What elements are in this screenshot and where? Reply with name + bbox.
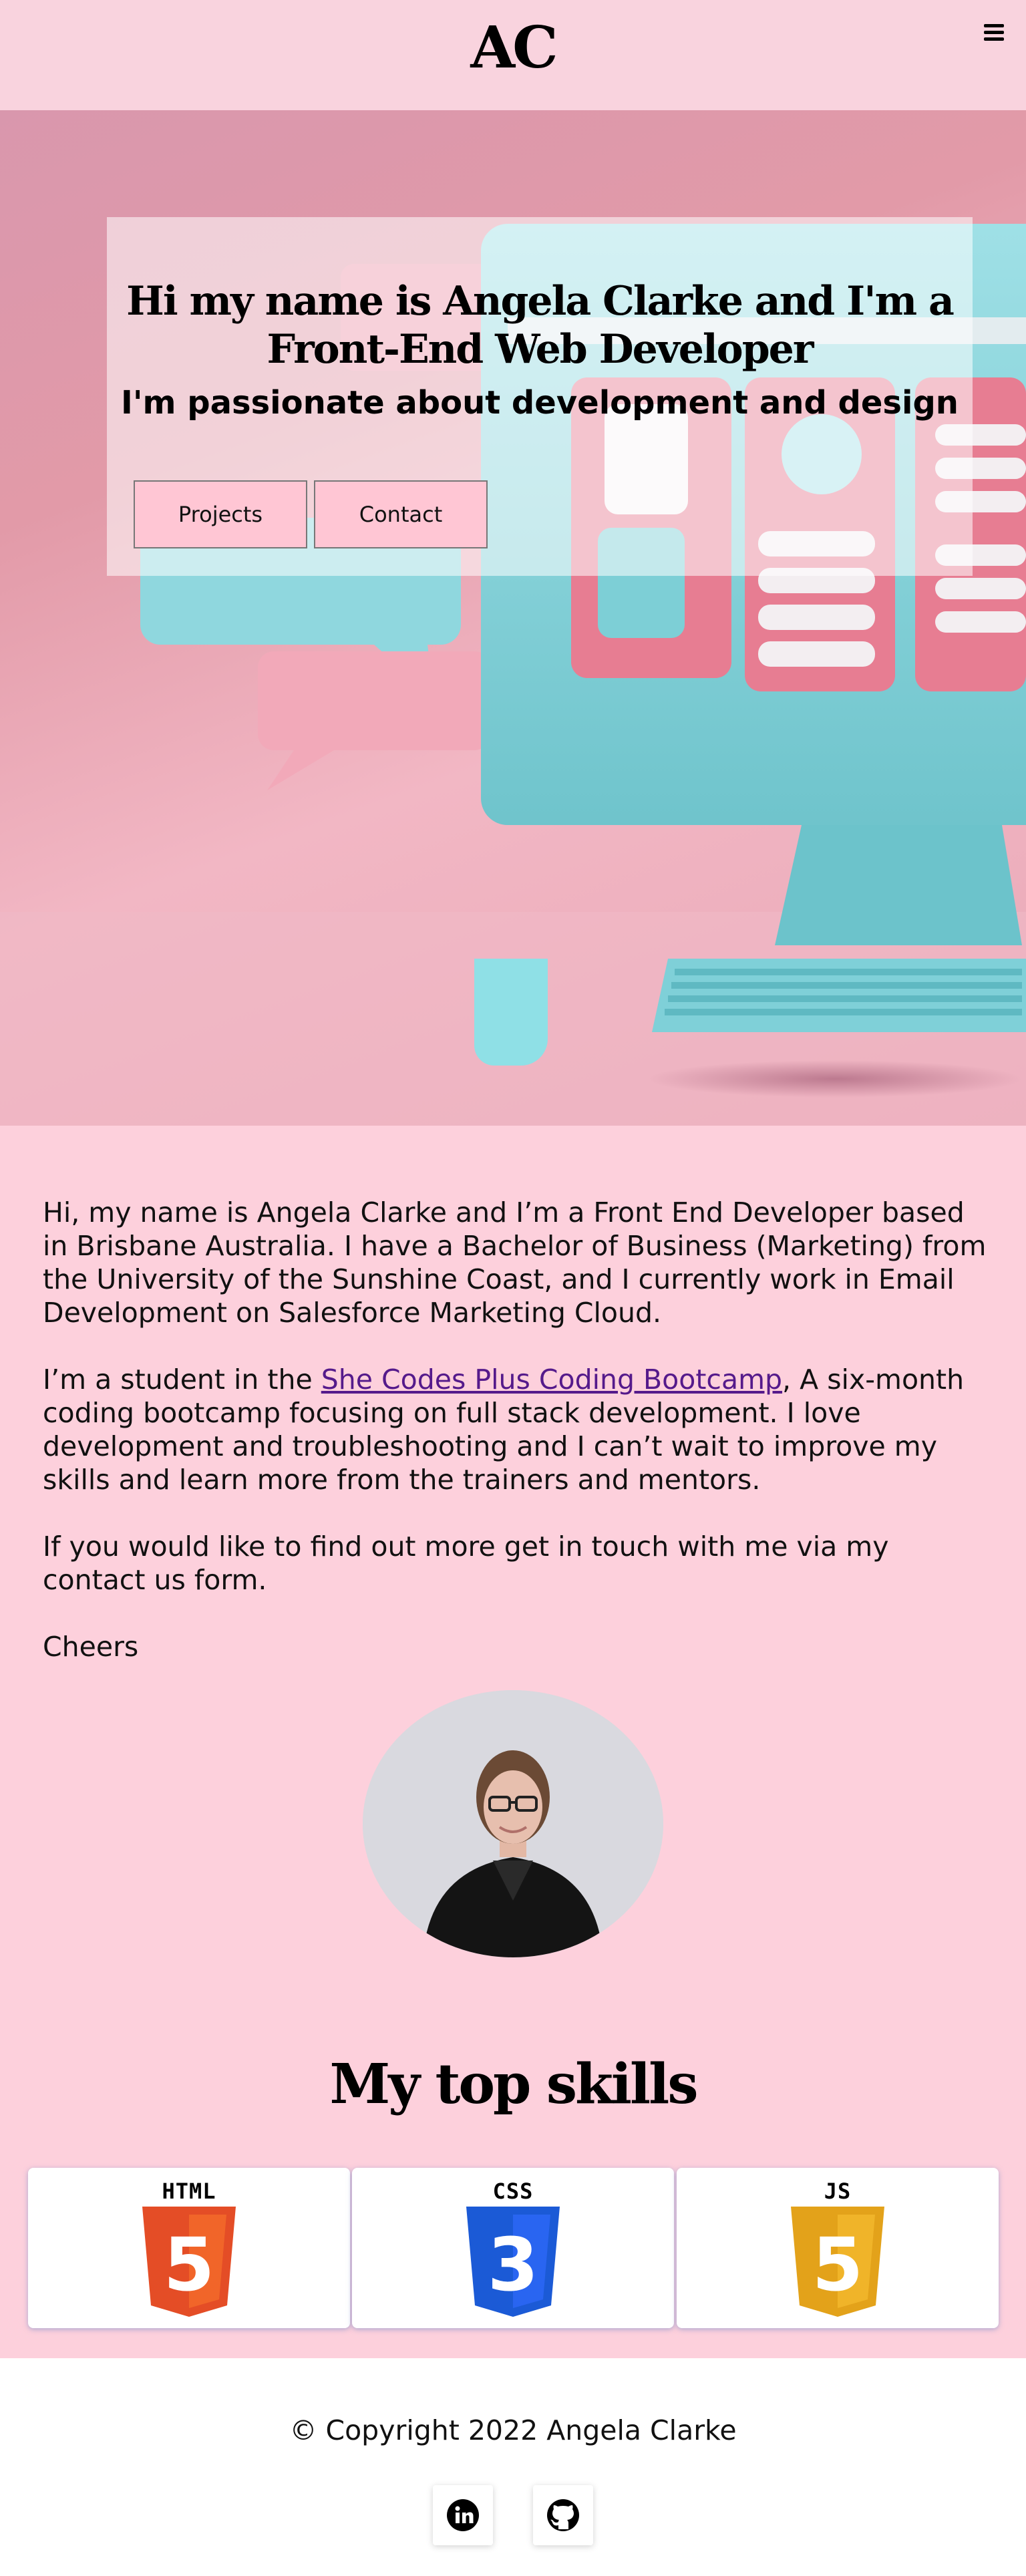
- about-text: I’m a student in the: [43, 1363, 321, 1396]
- github-button[interactable]: [533, 2485, 593, 2545]
- linkedin-button[interactable]: [433, 2485, 493, 2545]
- skill-label: CSS: [492, 2179, 534, 2204]
- copyright-text: © Copyright 2022 Angela Clarke: [289, 2414, 737, 2446]
- about-paragraph-bootcamp: I’m a student in the She Codes Plus Codi…: [43, 1363, 991, 1496]
- about-paragraph-intro: Hi, my name is Angela Clarke and I’m a F…: [43, 1196, 987, 1329]
- skill-digit: 5: [164, 2222, 215, 2307]
- site-logo[interactable]: AC: [0, 15, 1026, 82]
- skills-title: My top skills: [329, 2052, 698, 2116]
- skill-card-js: JS 5: [677, 2168, 999, 2328]
- site-footer: © Copyright 2022 Angela Clarke: [0, 2358, 1026, 2576]
- contact-button[interactable]: Contact: [314, 480, 488, 548]
- github-icon: [547, 2499, 579, 2531]
- about-paragraph-contact: If you would like to find out more get i…: [43, 1531, 889, 1596]
- hero-title: Hi my name is Angela Clarke and I'm a Fr…: [126, 278, 955, 373]
- skill-digit: 5: [812, 2222, 864, 2307]
- js-icon: 5: [791, 2207, 884, 2317]
- about-signoff: Cheers: [43, 1631, 139, 1663]
- person-illustration: [363, 1690, 663, 1957]
- skill-card-html: HTML 5: [28, 2168, 350, 2328]
- hamburger-menu-icon[interactable]: [984, 24, 1004, 41]
- linkedin-icon: [447, 2499, 479, 2531]
- profile-photo: [363, 1690, 663, 1957]
- skill-card-css: CSS 3: [352, 2168, 674, 2328]
- she-codes-link[interactable]: She Codes Plus Coding Bootcamp: [321, 1363, 782, 1396]
- skill-label: JS: [824, 2179, 852, 2204]
- html5-icon: 5: [142, 2207, 236, 2317]
- skill-digit: 3: [488, 2222, 539, 2307]
- site-header: AC: [0, 0, 1026, 110]
- hero-section: Hi my name is Angela Clarke and I'm a Fr…: [0, 110, 1026, 1126]
- hero-intro-card: Hi my name is Angela Clarke and I'm a Fr…: [107, 217, 973, 576]
- projects-button[interactable]: Projects: [134, 480, 307, 548]
- about-section: Hi, my name is Angela Clarke and I’m a F…: [43, 1196, 991, 1697]
- hero-subtitle: I'm passionate about development and des…: [121, 384, 959, 422]
- skill-label: HTML: [162, 2179, 216, 2204]
- css3-icon: 3: [466, 2207, 560, 2317]
